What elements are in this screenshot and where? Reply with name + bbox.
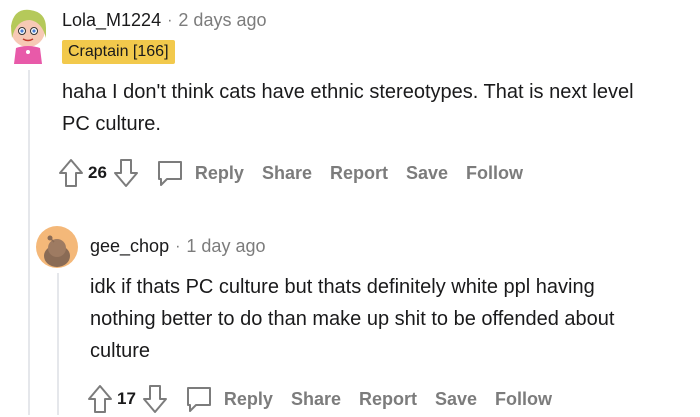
comment-meta: Lola_M1224 · 2 days ago — [62, 10, 267, 31]
share-button[interactable]: Share — [262, 163, 312, 184]
downvote-arrow-icon[interactable] — [142, 384, 168, 414]
vote-count: 17 — [117, 389, 136, 408]
user-flair: Craptain [166] — [62, 40, 175, 64]
upvote-arrow-icon[interactable] — [87, 384, 113, 414]
save-button[interactable]: Save — [435, 389, 477, 410]
vote-count: 26 — [88, 163, 107, 182]
report-button[interactable]: Report — [359, 389, 417, 410]
report-button[interactable]: Report — [330, 163, 388, 184]
reply-button[interactable]: Reply — [195, 163, 244, 184]
separator-dot: · — [167, 11, 173, 29]
timestamp[interactable]: 1 day ago — [186, 236, 265, 257]
comment-meta: gee_chop · 1 day ago — [90, 236, 265, 257]
follow-button[interactable]: Follow — [495, 389, 552, 410]
user-avatar[interactable] — [36, 226, 78, 268]
reply-button[interactable]: Reply — [224, 389, 273, 410]
user-avatar[interactable] — [2, 2, 52, 64]
comment-body: idk if thats PC culture but thats defini… — [90, 271, 614, 367]
comment-line: PC culture. — [62, 113, 161, 135]
share-button[interactable]: Share — [291, 389, 341, 410]
comment-body: haha I don't think cats have ethnic ster… — [62, 76, 634, 140]
save-button[interactable]: Save — [406, 163, 448, 184]
thread-line-parent[interactable] — [28, 70, 30, 415]
thread-line-child[interactable] — [57, 273, 59, 415]
downvote-arrow-icon[interactable] — [113, 158, 139, 188]
comment-actions: 17 Reply Share Report Save Follow — [87, 382, 552, 416]
comment-bubble-icon[interactable] — [184, 384, 214, 414]
comment-line: nothing better to do than make up shit t… — [90, 308, 615, 330]
separator-dot: · — [175, 237, 181, 255]
comment-bubble-icon[interactable] — [155, 158, 185, 188]
timestamp[interactable]: 2 days ago — [178, 10, 266, 31]
upvote-arrow-icon[interactable] — [58, 158, 84, 188]
follow-button[interactable]: Follow — [466, 163, 523, 184]
comment-line: haha I don't think cats have ethnic ster… — [62, 81, 634, 103]
comment-line: idk if thats PC culture but thats defini… — [90, 276, 595, 298]
username[interactable]: gee_chop — [90, 236, 169, 257]
comment-actions: 26 Reply Share Report Save Follow — [58, 156, 523, 190]
comment-line: culture — [90, 340, 151, 362]
username[interactable]: Lola_M1224 — [62, 10, 161, 31]
